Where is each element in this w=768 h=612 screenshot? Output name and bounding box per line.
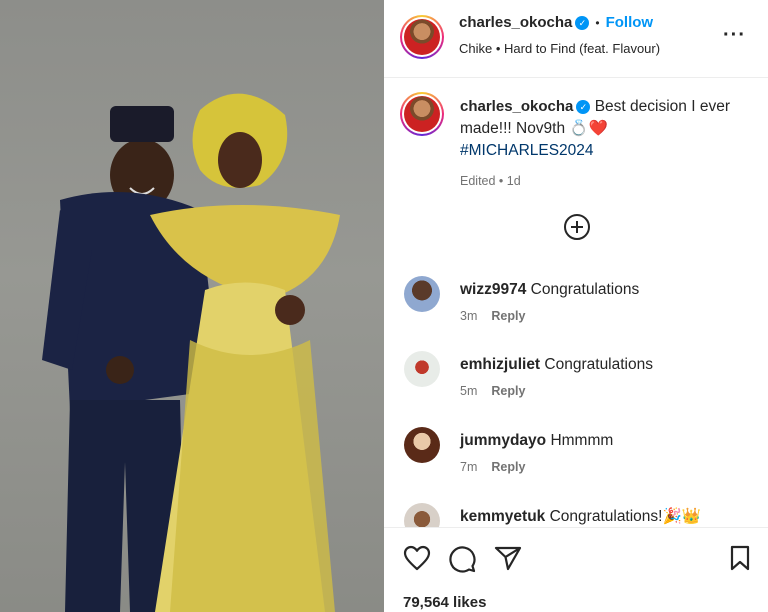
comment-username[interactable]: emhizjuliet bbox=[460, 356, 540, 373]
plus-circle-icon[interactable] bbox=[563, 213, 591, 241]
comment-item: emhizjuliet Congratulations 5m Reply bbox=[404, 351, 750, 398]
more-horizontal-icon[interactable]: ··· bbox=[723, 24, 746, 47]
post-caption: charles_okocha ✓ Best decision I ever mad… bbox=[460, 96, 750, 192]
reply-button[interactable]: Reply bbox=[491, 384, 525, 398]
comment-time: 5m bbox=[460, 384, 478, 398]
edited-timestamp: Edited • 1d bbox=[460, 174, 521, 188]
commenter-avatar[interactable] bbox=[404, 427, 440, 463]
commenter-avatar[interactable] bbox=[404, 276, 440, 312]
caption-username[interactable]: charles_okocha bbox=[460, 98, 573, 115]
commenter-avatar[interactable] bbox=[404, 351, 440, 387]
hashtag-link[interactable]: #MICHARLES2024 bbox=[460, 142, 594, 159]
bookmark-icon[interactable] bbox=[729, 545, 751, 571]
author-avatar[interactable] bbox=[400, 15, 444, 59]
comment-username[interactable]: jummydayo bbox=[460, 432, 546, 449]
reply-button[interactable]: Reply bbox=[491, 309, 525, 323]
verified-badge-icon: ✓ bbox=[575, 15, 590, 30]
comment-time: 7m bbox=[460, 460, 478, 474]
comment-text: Congratulations bbox=[544, 356, 653, 373]
author-username[interactable]: charles_okocha bbox=[459, 14, 572, 31]
comment-text: Congratulations bbox=[530, 281, 640, 298]
comment-text: Congratulations!🎉👑 bbox=[549, 508, 702, 525]
comment-text: Hmmmm bbox=[550, 432, 614, 449]
likes-count[interactable]: 79,564 likes bbox=[403, 594, 486, 611]
send-icon[interactable] bbox=[494, 545, 522, 571]
post-sidebar: charles_okocha ✓ • Follow Chike • Hard to F… bbox=[384, 0, 768, 612]
reply-button[interactable]: Reply bbox=[491, 460, 525, 474]
follow-button[interactable]: Follow bbox=[606, 14, 654, 31]
comment-time: 3m bbox=[460, 309, 478, 323]
comment-username[interactable]: wizz9974 bbox=[460, 281, 526, 298]
comment-icon[interactable] bbox=[448, 545, 476, 573]
comment-item: wizz9974 Congratulations 3m Reply bbox=[404, 276, 750, 323]
heart-icon[interactable] bbox=[403, 545, 431, 571]
caption-author-avatar[interactable] bbox=[400, 92, 444, 136]
comment-username[interactable]: kemmyetuk bbox=[460, 508, 545, 525]
couple-photo-illustration bbox=[42, 93, 340, 612]
comment-item: kemmyetuk Congratulations!🎉👑 bbox=[404, 503, 750, 539]
verified-badge-icon: ✓ bbox=[576, 99, 591, 114]
post-photo[interactable] bbox=[0, 0, 384, 612]
song-label[interactable]: Chike • Hard to Find (feat. Flavour) bbox=[459, 41, 660, 56]
comment-item: jummydayo Hmmmm 7m Reply bbox=[404, 427, 750, 474]
action-bar: 79,564 likes bbox=[384, 527, 768, 612]
post-header: charles_okocha ✓ • Follow Chike • Hard to F… bbox=[384, 0, 768, 78]
